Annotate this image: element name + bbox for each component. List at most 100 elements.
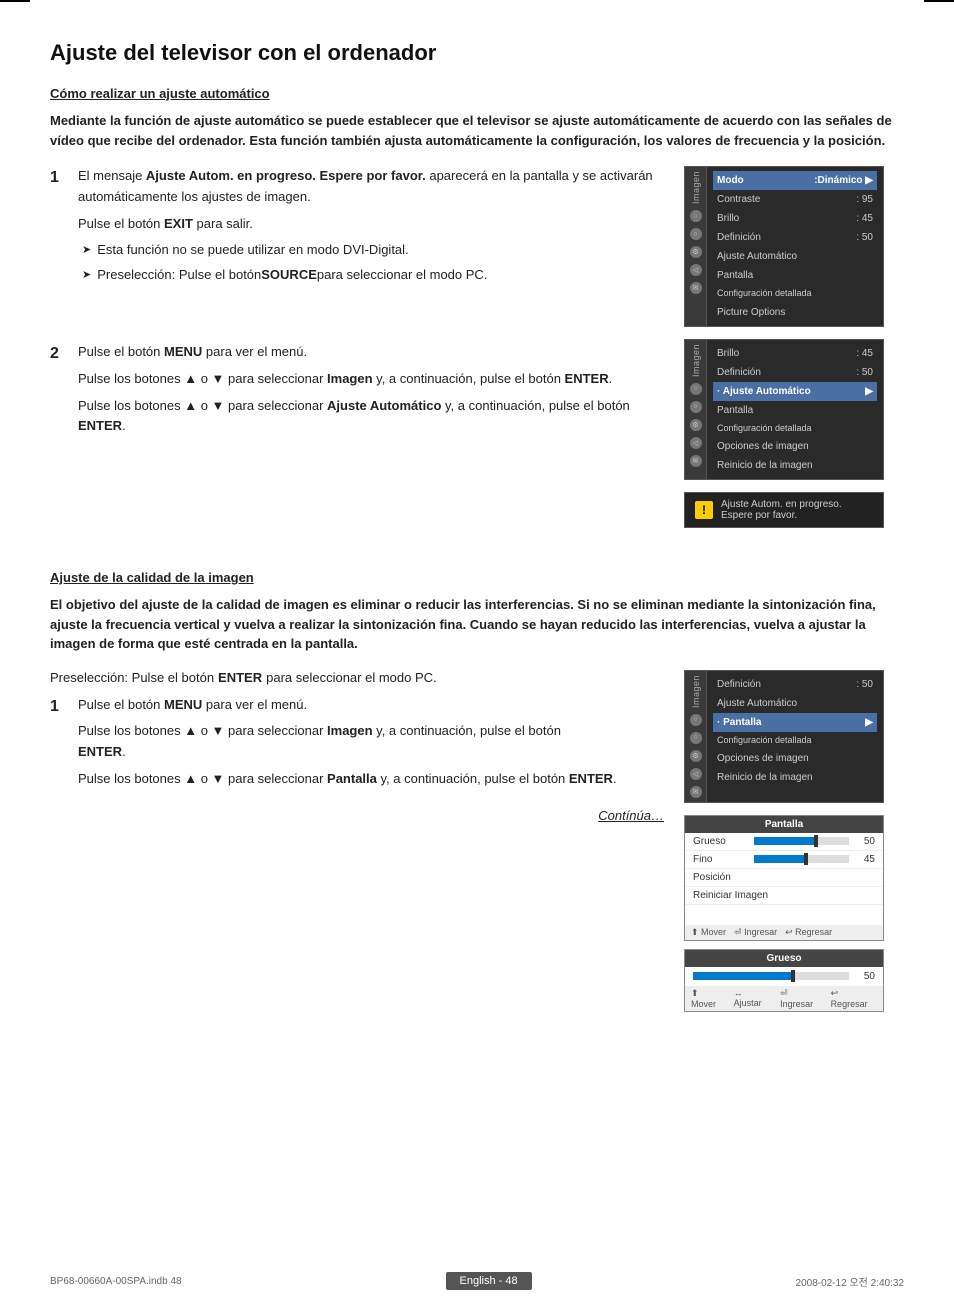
tv-grueso-dialog: Grueso 50 ⬆ Mover ↔ Ajustar ⏎ Ingresar ↩… [684, 949, 884, 1012]
alert-text: Ajuste Autom. en progreso. Espere por fa… [721, 499, 873, 521]
grueso-title: Grueso [685, 950, 883, 967]
dialog-title: Pantalla [685, 816, 883, 833]
icon-envelope: ✉ [690, 282, 702, 294]
grueso-bar-handle [791, 970, 795, 982]
tv-menu1-sidebar: Imagen ○ ○ ⚙ ◁ ✉ [685, 167, 707, 326]
page-footer: BP68-00660A-00SPA.indb 48 English - 48 2… [0, 1272, 954, 1290]
icon-gear: ⚙ [690, 246, 702, 258]
dialog-bar-fill-grueso [754, 837, 816, 845]
section2-step1: 1 Pulse el botón MENU para ver el menú. … [50, 695, 664, 796]
dialog-label-reiniciar: Reiniciar Imagen [693, 890, 768, 901]
menu2-item-reinicio: Reinicio de la imagen [713, 456, 877, 475]
step1: 1 El mensaje Ajuste Autom. en progreso. … [50, 166, 664, 290]
dialog-handle-fino [804, 853, 808, 865]
dialog-spacer [685, 905, 883, 925]
icon-circle1: ○ [690, 210, 702, 222]
page-container: Ajuste del televisor con el ordenador Có… [0, 0, 954, 1310]
step1-exit-bold: EXIT [164, 216, 193, 231]
tv-menu3: Imagen ○ ○ ⚙ ◁ ✉ Definición: 50 [684, 670, 884, 803]
dialog-row-posicion: Posición [685, 869, 883, 887]
tv-menu3-sidebar: Imagen ○ ○ ⚙ ◁ ✉ [685, 671, 707, 802]
menu1-item-contraste: Contraste: 95 [713, 190, 877, 209]
right-col: Imagen ○ ○ ⚙ ◁ ✉ Modo:Dinámico ▶ Contras… [684, 166, 904, 540]
menu1-item-pantalla: Pantalla [713, 266, 877, 285]
step2-line3: Pulse los botones ▲ o ▼ para seleccionar… [78, 396, 664, 438]
tv-alert: ! Ajuste Autom. en progreso. Espere por … [684, 492, 884, 528]
tv-menu3-label: Imagen [691, 675, 701, 708]
icon3-circle1: ○ [690, 714, 702, 726]
dialog-bar-fino [754, 855, 849, 863]
section2-step1-num: 1 [50, 695, 70, 796]
step1-note2: Preselección: Pulse el botón SOURCE para… [78, 265, 664, 286]
tv-pantalla-dialog: Pantalla Grueso 50 Fino [684, 815, 884, 941]
dialog-bar-fill-fino [754, 855, 806, 863]
step1-number: 1 [50, 166, 70, 290]
s2-line1: Pulse el botón MENU para ver el menú. [78, 695, 664, 716]
top-line-left [0, 0, 30, 2]
menu2-item-config: Configuración detallada [713, 420, 877, 438]
s2-line3: Pulse los botones ▲ o ▼ para seleccionar… [78, 769, 664, 790]
menu1-item-definicion: Definición: 50 [713, 228, 877, 247]
step2-number: 2 [50, 342, 70, 443]
menu3-item-opciones: Opciones de imagen [713, 749, 877, 768]
menu3-item-reinicio: Reinicio de la imagen [713, 768, 877, 787]
grueso-value: 50 [855, 971, 875, 982]
icon2-circle2: ○ [690, 401, 702, 413]
dialog-val-fino: 45 [855, 854, 875, 865]
menu3-item-config: Configuración detallada [713, 732, 877, 750]
step1-content: El mensaje Ajuste Autom. en progreso. Es… [78, 166, 664, 290]
dialog-row-reiniciar: Reiniciar Imagen [685, 887, 883, 905]
gnav-ajustar: ↔ Ajustar [734, 988, 773, 1009]
menu3-item-pantalla: · Pantalla▶ [713, 713, 877, 732]
menu2-item-pantalla: Pantalla [713, 401, 877, 420]
step1-note1: Esta función no se puede utilizar en mod… [78, 240, 664, 261]
step1-source: SOURCE [261, 265, 317, 286]
step2-line1: Pulse el botón MENU para ver el menú. [78, 342, 664, 363]
tv-menu1-label: Imagen [691, 171, 701, 204]
tv-menu3-content: Definición: 50 Ajuste Automático · Panta… [707, 671, 883, 802]
dialog-val-grueso: 50 [855, 836, 875, 847]
menu2-item-ajuste: · Ajuste Automático▶ [713, 382, 877, 401]
section1-heading: Cómo realizar un ajuste automático [50, 86, 904, 101]
icon2-arrow: ◁ [690, 437, 702, 449]
dialog-handle-grueso [814, 835, 818, 847]
section1: Cómo realizar un ajuste automático Media… [50, 86, 904, 150]
dialog-row-fino: Fino 45 [685, 851, 883, 869]
menu1-item-ajuste: Ajuste Automático [713, 247, 877, 266]
dialog-label-posicion: Posición [693, 872, 748, 883]
menu1-item-picture: Picture Options [713, 303, 877, 322]
dialog-nav1: ⬆ Mover ⏎ Ingresar ↩ Regresar [685, 925, 883, 940]
dialog-label-grueso: Grueso [693, 836, 748, 847]
top-lines [0, 0, 954, 2]
step2-line2: Pulse los botones ▲ o ▼ para seleccionar… [78, 369, 664, 390]
tv-menu2-sidebar: Imagen ○ ○ ⚙ ◁ ✉ [685, 340, 707, 480]
alert-icon: ! [695, 501, 713, 519]
step2-content: Pulse el botón MENU para ver el menú. Pu… [78, 342, 664, 443]
menu2-item-definicion: Definición: 50 [713, 363, 877, 382]
menu1-item-modo: Modo:Dinámico ▶ [713, 171, 877, 190]
icon3-envelope: ✉ [690, 786, 702, 798]
spacer1 [50, 302, 664, 342]
section2-intro: El objetivo del ajuste de la calidad de … [50, 595, 904, 654]
menu3-item-def: Definición: 50 [713, 675, 877, 694]
step1-exit: Pulse el botón EXIT para salir. [78, 214, 664, 235]
continua: Contínúa… [50, 808, 664, 823]
step1-bold: Ajuste Autom. en progreso. Espere por fa… [146, 168, 426, 183]
footer-left: BP68-00660A-00SPA.indb 48 [50, 1276, 182, 1287]
menu2-item-brillo: Brillo: 45 [713, 344, 877, 363]
footer-center: English - 48 [446, 1272, 532, 1290]
icon3-gear: ⚙ [690, 750, 702, 762]
left-col: 1 El mensaje Ajuste Autom. en progreso. … [50, 166, 684, 540]
tv-menu1-content: Modo:Dinámico ▶ Contraste: 95 Brillo: 45… [707, 167, 883, 326]
icon-circle2: ○ [690, 228, 702, 240]
menu1-item-brillo: Brillo: 45 [713, 209, 877, 228]
tv-menu2-content: Brillo: 45 Definición: 50 · Ajuste Autom… [707, 340, 883, 480]
menu1-item-config: Configuración detallada [713, 285, 877, 303]
step2: 2 Pulse el botón MENU para ver el menú. … [50, 342, 664, 443]
s2-line2: Pulse los botones ▲ o ▼ para seleccionar… [78, 721, 664, 763]
page-title: Ajuste del televisor con el ordenador [50, 40, 904, 66]
gnav-regresar: ↩ Regresar [831, 988, 877, 1009]
grueso-bar [693, 972, 849, 980]
dialog-row-grueso: Grueso 50 [685, 833, 883, 851]
section2-step1-content: Pulse el botón MENU para ver el menú. Pu… [78, 695, 664, 796]
